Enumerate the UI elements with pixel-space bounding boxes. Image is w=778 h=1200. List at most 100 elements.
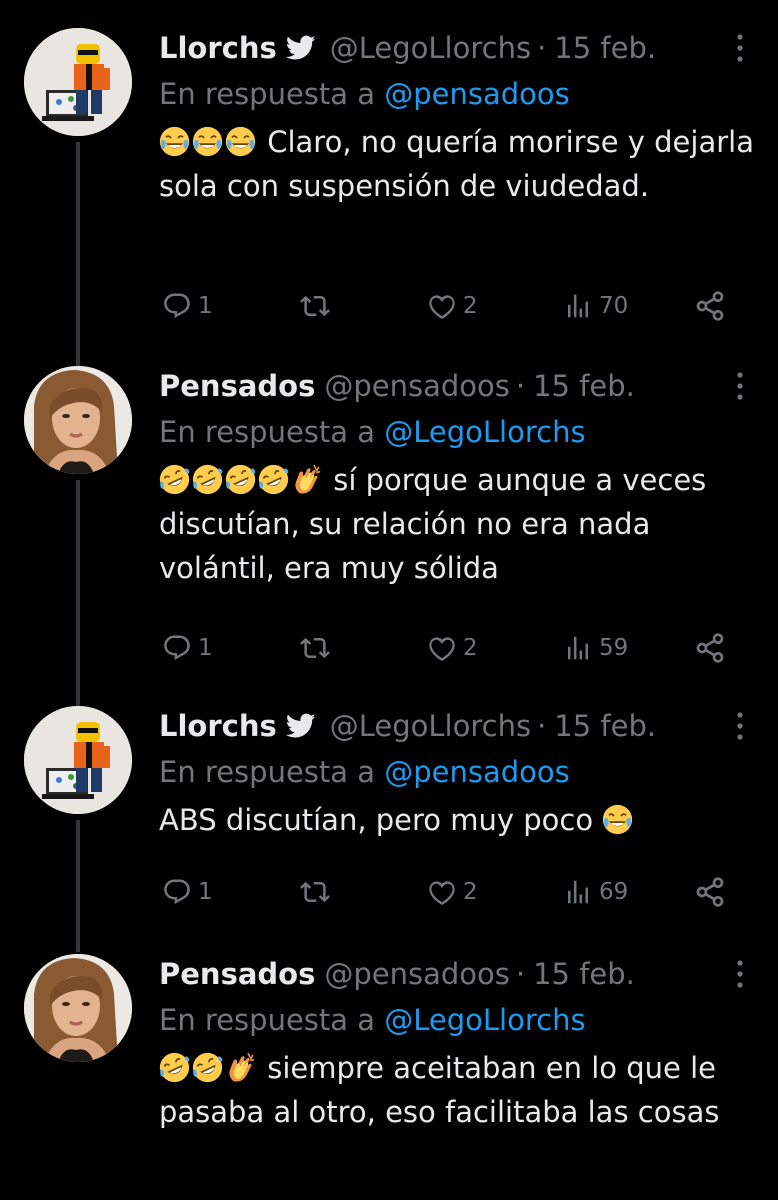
clapping-hands-icon xyxy=(225,1052,256,1083)
tweet-header: Llorchs @LegoLlorchs · 15 feb. xyxy=(159,706,759,746)
views-count: 69 xyxy=(599,879,629,905)
reply-context: En respuesta a @LegoLlorchs xyxy=(159,406,759,458)
reply-button[interactable]: 1 xyxy=(162,626,213,670)
reply-icon xyxy=(162,633,192,663)
avatar-pensados[interactable] xyxy=(24,954,132,1062)
tweet-timestamp[interactable]: 15 feb. xyxy=(533,366,635,406)
twitter-bird-icon xyxy=(285,713,316,739)
more-vertical-icon[interactable] xyxy=(724,956,756,992)
tweet-text-block: Claro, no quería morirse y dejarla sola … xyxy=(159,120,759,208)
tweet[interactable]: Llorchs @LegoLlorchs · 15 feb. En respue… xyxy=(0,28,778,374)
more-vertical-icon[interactable] xyxy=(724,30,756,66)
like-button[interactable]: 2 xyxy=(427,626,478,670)
like-count: 2 xyxy=(463,879,478,905)
reply-mention[interactable]: @pensadoos xyxy=(384,755,570,789)
rolling-on-the-floor-laughing-icon xyxy=(192,464,223,495)
tweet[interactable]: Llorchs @LegoLlorchs · 15 feb. En respue… xyxy=(0,706,778,952)
thread-line xyxy=(76,820,80,952)
views-count: 70 xyxy=(599,293,629,319)
tweet-text-block: siempre aceitaban en lo que le pasaba al… xyxy=(159,1046,759,1134)
like-count: 2 xyxy=(463,635,478,661)
avatar-llorchs[interactable] xyxy=(24,28,132,136)
reply-button[interactable]: 1 xyxy=(162,284,213,328)
reply-count: 1 xyxy=(198,293,213,319)
more-vertical-icon[interactable] xyxy=(724,708,756,744)
reply-mention[interactable]: @pensadoos xyxy=(384,77,570,111)
avatar-llorchs[interactable] xyxy=(24,706,132,814)
conversation-feed: Llorchs @LegoLlorchs · 15 feb. En respue… xyxy=(0,0,778,1200)
separator-dot: · xyxy=(537,31,547,65)
author-name[interactable]: Pensados xyxy=(159,954,315,994)
thread-line xyxy=(76,480,80,712)
tweet-timestamp[interactable]: 15 feb. xyxy=(554,706,656,746)
reply-mention[interactable]: @LegoLlorchs xyxy=(384,415,585,449)
tweet-timestamp[interactable]: 15 feb. xyxy=(533,954,635,994)
tweet-text-block: ABS discutían, pero muy poco xyxy=(159,798,759,842)
author-handle[interactable]: @LegoLlorchs xyxy=(330,28,531,68)
share-button[interactable] xyxy=(694,626,726,670)
views-bar-icon xyxy=(563,633,593,663)
tweet[interactable]: Pensados @pensadoos · 15 feb. En respues… xyxy=(0,954,778,1200)
rolling-on-the-floor-laughing-icon xyxy=(225,464,256,495)
author-name[interactable]: Pensados xyxy=(159,366,315,406)
retweet-button[interactable] xyxy=(299,284,337,328)
reply-count: 1 xyxy=(198,879,213,905)
tweet-header: Pensados @pensadoos · 15 feb. xyxy=(159,366,759,406)
heart-icon xyxy=(427,291,457,321)
more-vertical-icon[interactable] xyxy=(724,368,756,404)
rolling-on-the-floor-laughing-icon xyxy=(258,464,289,495)
author-handle[interactable]: @LegoLlorchs xyxy=(330,706,531,746)
retweet-icon xyxy=(299,877,331,907)
tweet-content: Pensados @pensadoos · 15 feb. En respues… xyxy=(159,366,759,590)
views-button[interactable]: 69 xyxy=(563,870,628,914)
separator-dot: · xyxy=(515,369,526,403)
author-name[interactable]: Llorchs xyxy=(159,28,277,68)
views-button[interactable]: 70 xyxy=(563,284,628,328)
reply-mention[interactable]: @LegoLlorchs xyxy=(384,1003,585,1037)
tweet-content: Llorchs @LegoLlorchs · 15 feb. En respue… xyxy=(159,28,759,208)
rolling-on-the-floor-laughing-icon xyxy=(159,1052,190,1083)
retweet-button[interactable] xyxy=(299,626,337,670)
tweet-text-block: sí porque aunque a veces discutían, su r… xyxy=(159,458,759,590)
reply-icon xyxy=(162,291,192,321)
separator-dot: · xyxy=(515,957,526,991)
share-button[interactable] xyxy=(694,870,726,914)
face-with-tears-of-joy-icon xyxy=(192,126,223,157)
reply-prefix: En respuesta a xyxy=(159,1003,376,1037)
reply-prefix: En respuesta a xyxy=(159,755,376,789)
reply-button[interactable]: 1 xyxy=(162,870,213,914)
retweet-button[interactable] xyxy=(299,870,337,914)
tweet[interactable]: Pensados @pensadoos · 15 feb. En respues… xyxy=(0,366,778,712)
share-button[interactable] xyxy=(694,284,726,328)
views-count: 59 xyxy=(599,635,629,661)
face-with-tears-of-joy-icon xyxy=(159,126,190,157)
retweet-icon xyxy=(299,633,331,663)
reply-context: En respuesta a @LegoLlorchs xyxy=(159,994,759,1046)
thread-line xyxy=(76,142,80,374)
reply-icon xyxy=(162,877,192,907)
tweet-timestamp[interactable]: 15 feb. xyxy=(554,28,656,68)
author-handle[interactable]: @pensadoos xyxy=(324,366,510,406)
like-count: 2 xyxy=(463,293,478,319)
reply-count: 1 xyxy=(198,635,213,661)
views-bar-icon xyxy=(563,291,593,321)
tweet-header: Llorchs @LegoLlorchs · 15 feb. xyxy=(159,28,759,68)
views-bar-icon xyxy=(563,877,593,907)
like-button[interactable]: 2 xyxy=(427,284,478,328)
reply-prefix: En respuesta a xyxy=(159,415,376,449)
tweet-actions: 1 2 59 xyxy=(159,626,759,670)
heart-icon xyxy=(427,877,457,907)
separator-dot: · xyxy=(537,709,547,743)
clapping-hands-icon xyxy=(291,464,322,495)
tweet-content: Llorchs @LegoLlorchs · 15 feb. En respue… xyxy=(159,706,759,842)
heart-icon xyxy=(427,633,457,663)
tweet-content: Pensados @pensadoos · 15 feb. En respues… xyxy=(159,954,759,1134)
face-with-tears-of-joy-icon xyxy=(602,804,633,835)
retweet-icon xyxy=(299,291,331,321)
author-handle[interactable]: @pensadoos xyxy=(324,954,510,994)
like-button[interactable]: 2 xyxy=(427,870,478,914)
views-button[interactable]: 59 xyxy=(563,626,628,670)
tweet-actions: 1 2 69 xyxy=(159,870,759,914)
author-name[interactable]: Llorchs xyxy=(159,706,277,746)
avatar-pensados[interactable] xyxy=(24,366,132,474)
